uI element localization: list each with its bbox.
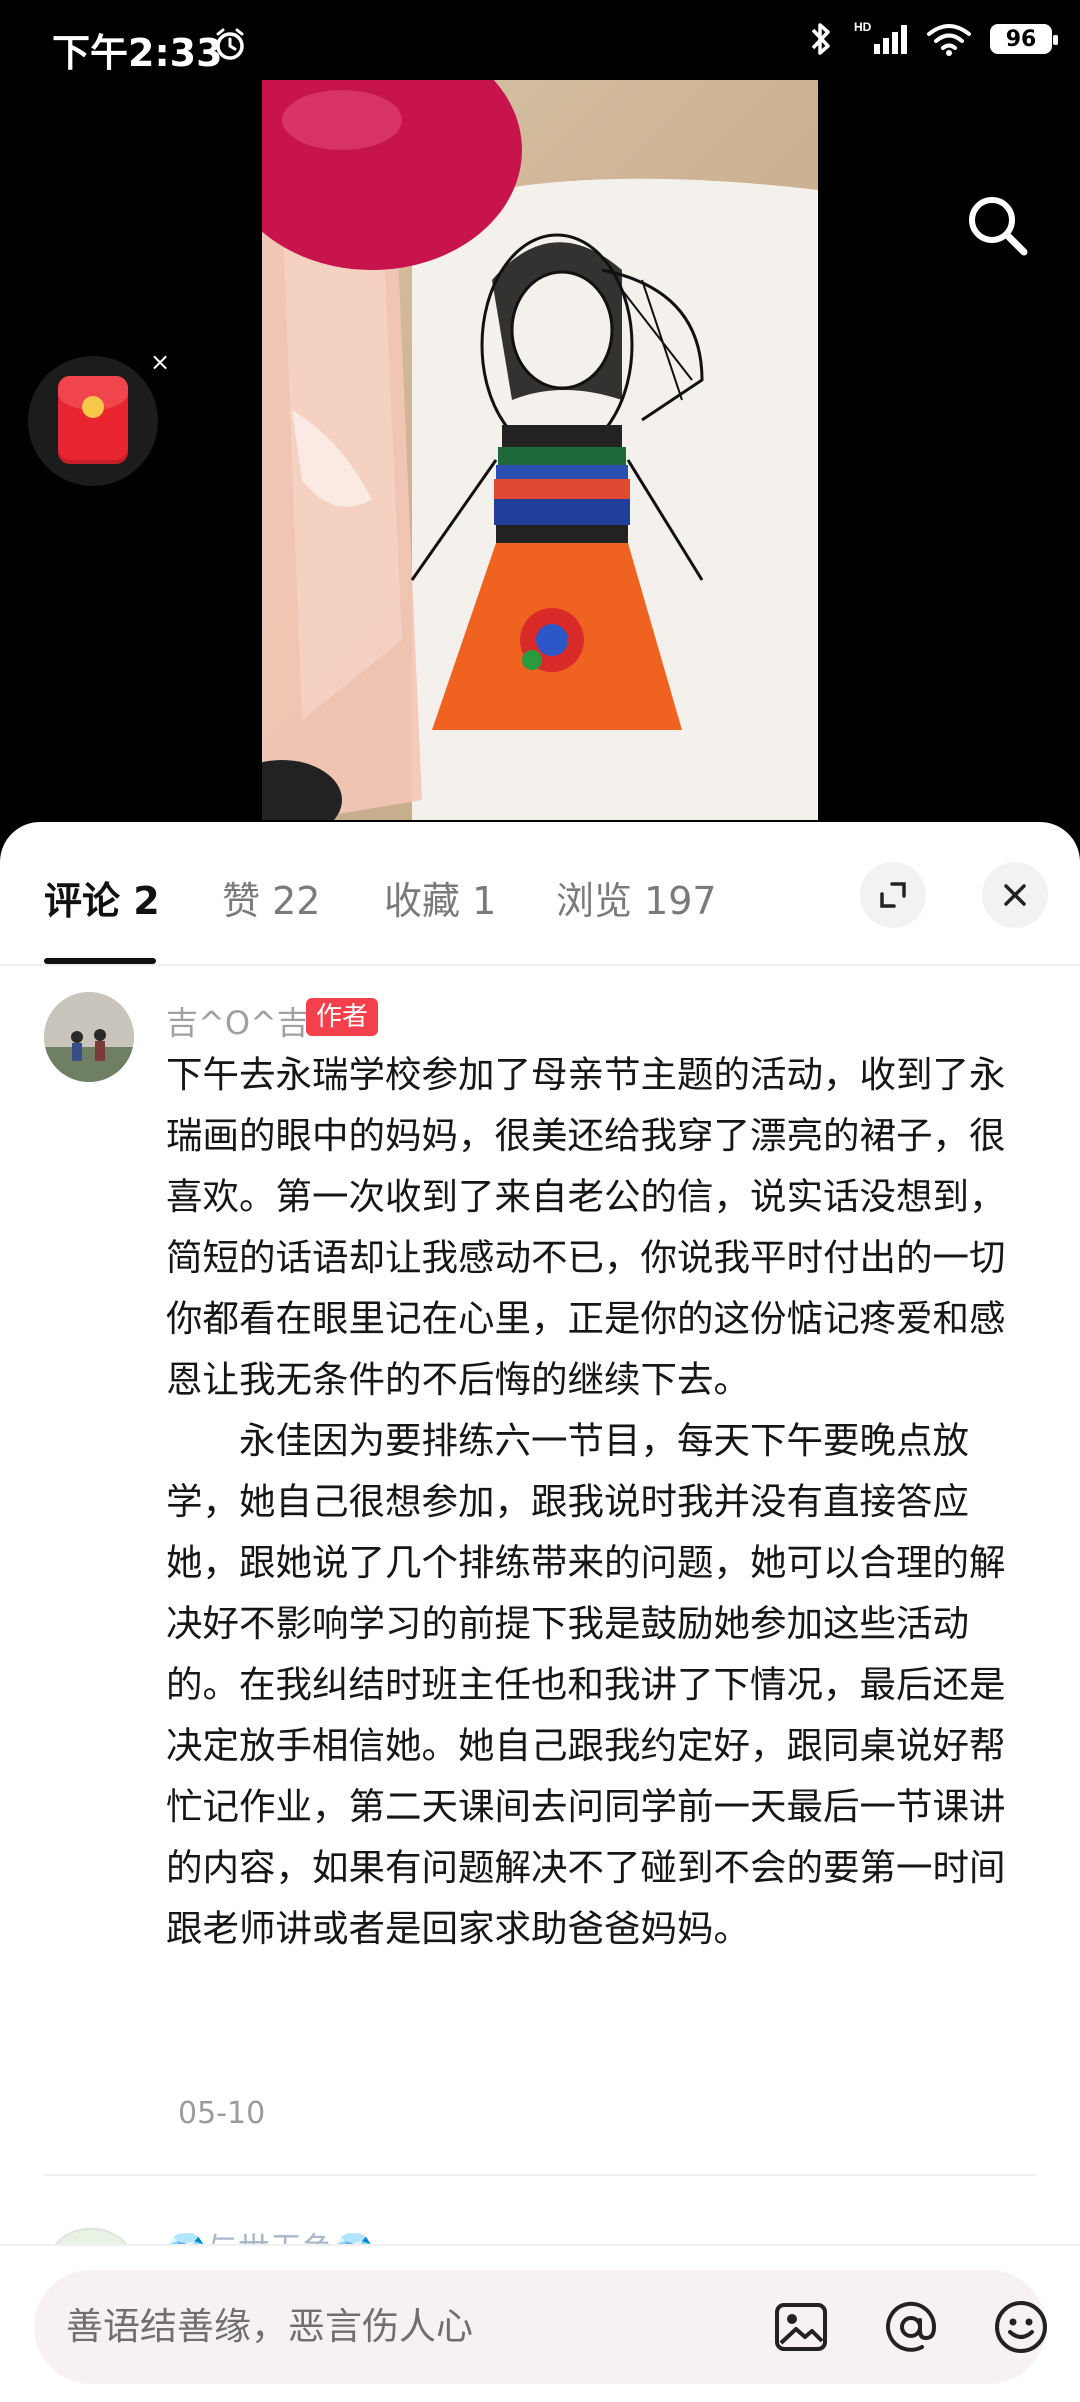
avatar-image: [44, 992, 134, 1082]
emoji-icon[interactable]: [992, 2298, 1050, 2356]
status-time: 下午2:33: [52, 31, 223, 75]
status-bar: 下午2:33 HD 96: [0, 0, 1080, 80]
comment-body: 下午去永瑞学校参加了母亲节主题的活动，收到了永瑞画的眼中的妈妈，很美还给我穿了漂…: [166, 1044, 1028, 1959]
mention-icon[interactable]: [882, 2298, 940, 2356]
close-button[interactable]: [982, 862, 1048, 928]
signal-icon: HD: [854, 20, 907, 54]
comment-input-bar: 善语结善缘，恶言伤人心: [0, 2244, 1080, 2402]
image-icon[interactable]: [772, 2298, 830, 2356]
divider: [44, 2174, 1036, 2176]
tab-comments[interactable]: 评论 2: [44, 870, 160, 925]
avatar[interactable]: [44, 992, 134, 1082]
alarm-icon: [216, 28, 244, 60]
tab-likes[interactable]: 赞 22: [222, 870, 320, 925]
expand-button[interactable]: [860, 862, 926, 928]
tab-bar: 评论 2 赞 22 收藏 1 浏览 197: [0, 822, 1080, 966]
comment-input-placeholder: 善语结善缘，恶言伤人心: [66, 2305, 473, 2348]
comment-paragraph: 下午去永瑞学校参加了母亲节主题的活动，收到了永瑞画的眼中的妈妈，很美还给我穿了漂…: [166, 1053, 1006, 1401]
comment-username[interactable]: 吉^O^吉: [166, 998, 309, 1044]
close-red-packet-button[interactable]: ×: [150, 348, 170, 376]
wifi-icon: [927, 24, 971, 56]
close-icon: [1004, 884, 1026, 906]
svg-text:HD: HD: [854, 20, 872, 34]
comment-input[interactable]: 善语结善缘，恶言伤人心: [34, 2270, 1047, 2384]
comment-sheet: 评论 2 赞 22 收藏 1 浏览 197 吉^O^吉 作者 下午去永瑞学校参加…: [0, 822, 1080, 2400]
bluetooth-icon: [811, 23, 830, 55]
comment-paragraph: 永佳因为要排练六一节目，每天下午要晚点放学，她自己很想参加，跟我说时我并没有直接…: [166, 1419, 1006, 1950]
red-packet-button[interactable]: [28, 356, 158, 486]
tab-views[interactable]: 浏览 197: [556, 870, 717, 925]
red-packet-icon: [58, 376, 128, 464]
battery-indicator: 96: [990, 24, 1058, 54]
search-icon[interactable]: [962, 190, 1032, 260]
drawing-illustration: [262, 80, 818, 820]
tab-favorites[interactable]: 收藏 1: [384, 870, 496, 925]
author-badge: 作者: [306, 998, 379, 1036]
post-photo[interactable]: [262, 80, 818, 820]
comment-date: 05-10: [178, 2096, 266, 2131]
expand-icon: [880, 882, 906, 908]
tab-indicator: [44, 958, 156, 964]
media-area[interactable]: ×: [0, 80, 1080, 820]
